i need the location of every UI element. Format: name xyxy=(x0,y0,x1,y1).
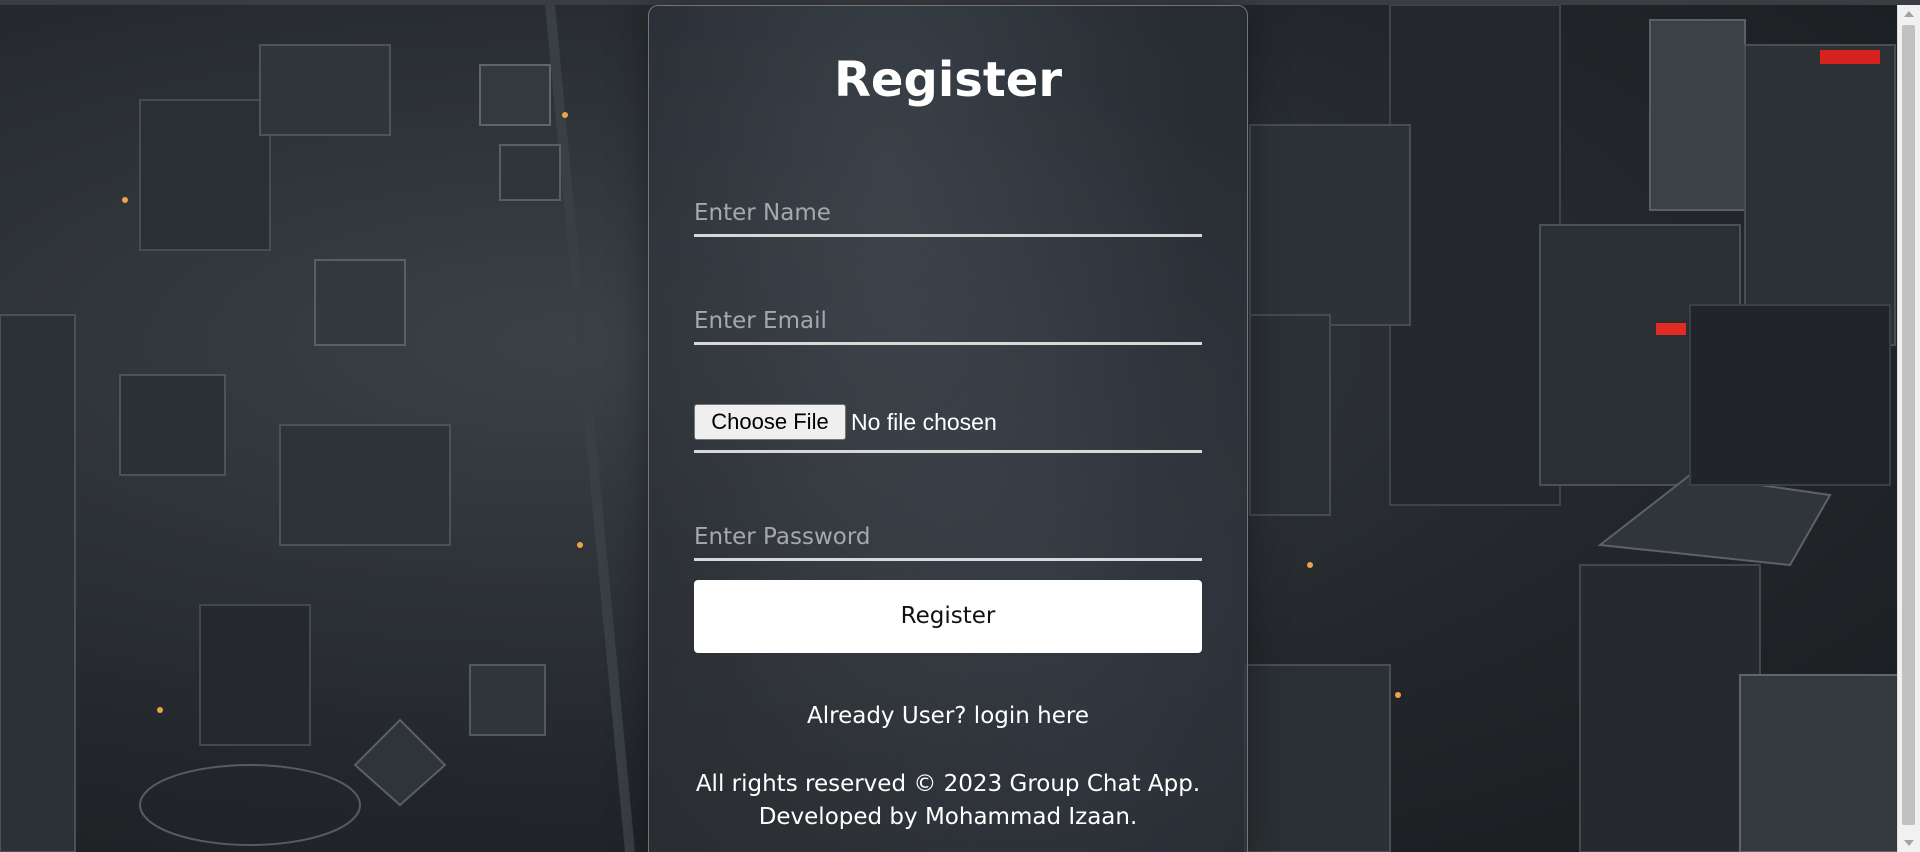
scroll-down-arrow-icon[interactable] xyxy=(1904,840,1914,846)
email-field[interactable] xyxy=(694,298,1202,345)
vertical-scrollbar[interactable] xyxy=(1897,5,1920,852)
scroll-thumb[interactable] xyxy=(1902,25,1915,825)
name-input[interactable] xyxy=(694,200,1202,226)
file-status-text: No file chosen xyxy=(851,409,997,435)
footer-developer: Developed by Mohammad Izaan. xyxy=(758,804,1138,830)
login-link[interactable]: Already User? login here xyxy=(649,703,1247,729)
email-input[interactable] xyxy=(694,308,1202,334)
scroll-up-arrow-icon[interactable] xyxy=(1904,11,1914,17)
file-field[interactable]: Choose File No file chosen xyxy=(694,404,1202,453)
password-field[interactable] xyxy=(694,514,1202,561)
page-title: Register xyxy=(833,52,1063,108)
footer-copyright: All rights reserved © 2023 Group Chat Ap… xyxy=(695,771,1201,797)
register-button[interactable]: Register xyxy=(694,580,1202,653)
footer: All rights reserved © 2023 Group Chat Ap… xyxy=(649,768,1247,834)
password-input[interactable] xyxy=(694,524,1202,550)
choose-file-button[interactable]: Choose File xyxy=(694,404,846,440)
name-field[interactable] xyxy=(694,190,1202,237)
register-card: Register Choose File No file chosen Regi… xyxy=(648,5,1248,852)
